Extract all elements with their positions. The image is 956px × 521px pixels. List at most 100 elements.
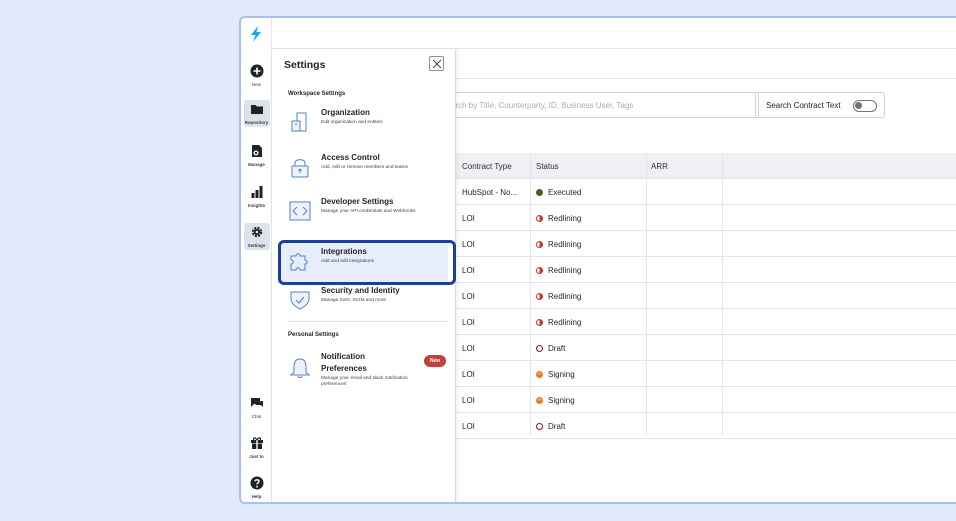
settings-item-organization[interactable]: Organization Edit organization and entit…	[280, 103, 448, 143]
cell-status: Signing	[536, 370, 575, 379]
rail-label-repository: Repository	[244, 120, 269, 125]
top-bar	[272, 18, 956, 49]
logo-icon[interactable]	[247, 25, 265, 43]
settings-item-access-control[interactable]: Access Control Add, edit or remove membe…	[280, 148, 448, 188]
plus-circle-icon	[250, 64, 263, 78]
status-label: Signing	[548, 396, 575, 405]
settings-item-desc: Add, edit or remove members and teams	[321, 165, 408, 170]
cell-status: Redlining	[536, 240, 581, 249]
cell-status: Executed	[536, 188, 581, 197]
table-row[interactable]: HubSpot - No... Executed	[456, 179, 956, 205]
close-icon	[432, 59, 442, 69]
table-row[interactable]: LOI Redlining	[456, 257, 956, 283]
rail-label-manage: Manage	[248, 162, 265, 167]
building-icon	[291, 112, 307, 132]
search-placeholder: arch by Title, Counterparty, ID, Busines…	[451, 101, 634, 110]
help-icon	[250, 476, 263, 490]
left-rail: New Repository Manage Insights Settings …	[241, 18, 272, 502]
section-divider	[288, 321, 448, 322]
cell-contract-type: LOI	[462, 266, 475, 275]
highlight-ring	[278, 240, 456, 285]
cell-contract-type: LOI	[462, 422, 475, 431]
search-contract-text-label: Search Contract Text	[766, 101, 841, 110]
status-label: Redlining	[548, 214, 582, 223]
rail-label-chat: Chat	[251, 414, 262, 419]
close-button[interactable]	[429, 56, 444, 71]
cell-contract-type: LOI	[462, 370, 475, 379]
draft-status-icon	[536, 423, 543, 430]
redlining-status-icon	[536, 215, 543, 222]
rail-item-help[interactable]: Help	[241, 474, 272, 501]
settings-item-desc: Manage your API credentials and Webhooks	[321, 209, 416, 214]
rail-item-chat[interactable]: Chat	[241, 394, 272, 421]
cell-contract-type: LOI	[462, 214, 475, 223]
cell-status: Draft	[536, 422, 565, 431]
draft-status-icon	[536, 345, 543, 352]
cell-contract-type: LOI	[462, 318, 475, 327]
new-badge: New	[424, 355, 446, 367]
settings-item-security-and-identity[interactable]: Security and Identity Manage SSO, SCIM a…	[280, 281, 448, 321]
cell-status: Redlining	[536, 214, 581, 223]
bell-icon	[289, 358, 311, 378]
settings-item-title: Developer Settings	[321, 197, 394, 206]
table-row[interactable]: LOI Signing	[456, 387, 956, 413]
table-row[interactable]: LOI Draft	[456, 413, 956, 439]
status-label: Redlining	[548, 266, 582, 275]
gift-icon	[250, 437, 263, 449]
cell-contract-type: LOI	[462, 240, 475, 249]
search-contract-text-toggle[interactable]	[853, 100, 877, 112]
status-label: Redlining	[548, 318, 582, 327]
rail-item-just-in[interactable]: Just In	[241, 434, 272, 461]
cell-status: Redlining	[536, 318, 581, 327]
shield-icon	[290, 291, 310, 310]
settings-item-desc: Manage your email and slack notification…	[321, 376, 408, 387]
status-label: Executed	[548, 188, 582, 197]
rail-item-insights[interactable]: Insights	[241, 183, 272, 210]
cell-status: Signing	[536, 396, 575, 405]
cell-status: Redlining	[536, 292, 581, 301]
column-header-contract-type[interactable]: Contract Type	[462, 162, 512, 171]
settings-item-developer-settings[interactable]: Developer Settings Manage your API crede…	[280, 192, 448, 232]
rail-label-insights: Insights	[247, 203, 266, 208]
gear-icon	[251, 226, 262, 238]
personal-settings-label: Personal Settings	[288, 332, 339, 338]
rail-label-just-in: Just In	[249, 454, 264, 459]
status-label: Draft	[548, 344, 566, 353]
status-label: Redlining	[548, 292, 582, 301]
rail-label-settings: Settings	[247, 243, 266, 248]
settings-item-desc: Manage SSO, SCIM and more	[321, 298, 387, 303]
table-row[interactable]: LOI Signing	[456, 361, 956, 387]
redlining-status-icon	[536, 319, 543, 326]
folder-icon	[250, 105, 263, 114]
table-row[interactable]: LOI Redlining	[456, 309, 956, 335]
rail-item-manage[interactable]: Manage	[241, 142, 272, 169]
table-row[interactable]: LOI Redlining	[456, 205, 956, 231]
code-icon	[289, 201, 311, 221]
table-row[interactable]: LOI Redlining	[456, 231, 956, 257]
status-label: Signing	[548, 370, 575, 379]
signing-status-icon	[536, 371, 543, 378]
cell-contract-type: LOI	[462, 344, 475, 353]
settings-item-notification-preferences[interactable]: Notification Preferences Manage your ema…	[280, 345, 448, 397]
settings-item-desc: Edit organization and entities	[321, 120, 383, 125]
search-contract-text-toggle-box[interactable]: Search Contract Text	[755, 92, 885, 118]
redlining-status-icon	[536, 293, 543, 300]
rail-item-repository[interactable]: Repository	[241, 100, 272, 127]
cell-status: Draft	[536, 344, 565, 353]
rail-item-new[interactable]: New	[241, 62, 272, 89]
rail-label-help: Help	[251, 494, 262, 499]
column-header-status[interactable]: Status	[536, 162, 559, 171]
table-row[interactable]: LOI Draft	[456, 335, 956, 361]
redlining-status-icon	[536, 241, 543, 248]
chat-icon	[250, 398, 263, 407]
settings-item-title: Notification Preferences	[321, 352, 367, 373]
column-header-arr[interactable]: ARR	[651, 162, 668, 171]
redlining-status-icon	[536, 267, 543, 274]
manage-icon	[251, 145, 262, 157]
cell-contract-type: HubSpot - No...	[462, 188, 518, 197]
rail-item-settings[interactable]: Settings	[241, 223, 272, 250]
workspace-settings-label: Workspace Settings	[288, 91, 346, 97]
table-row[interactable]: LOI Redlining	[456, 283, 956, 309]
search-input[interactable]: arch by Title, Counterparty, ID, Busines…	[441, 92, 759, 118]
bar-chart-icon	[251, 186, 262, 198]
